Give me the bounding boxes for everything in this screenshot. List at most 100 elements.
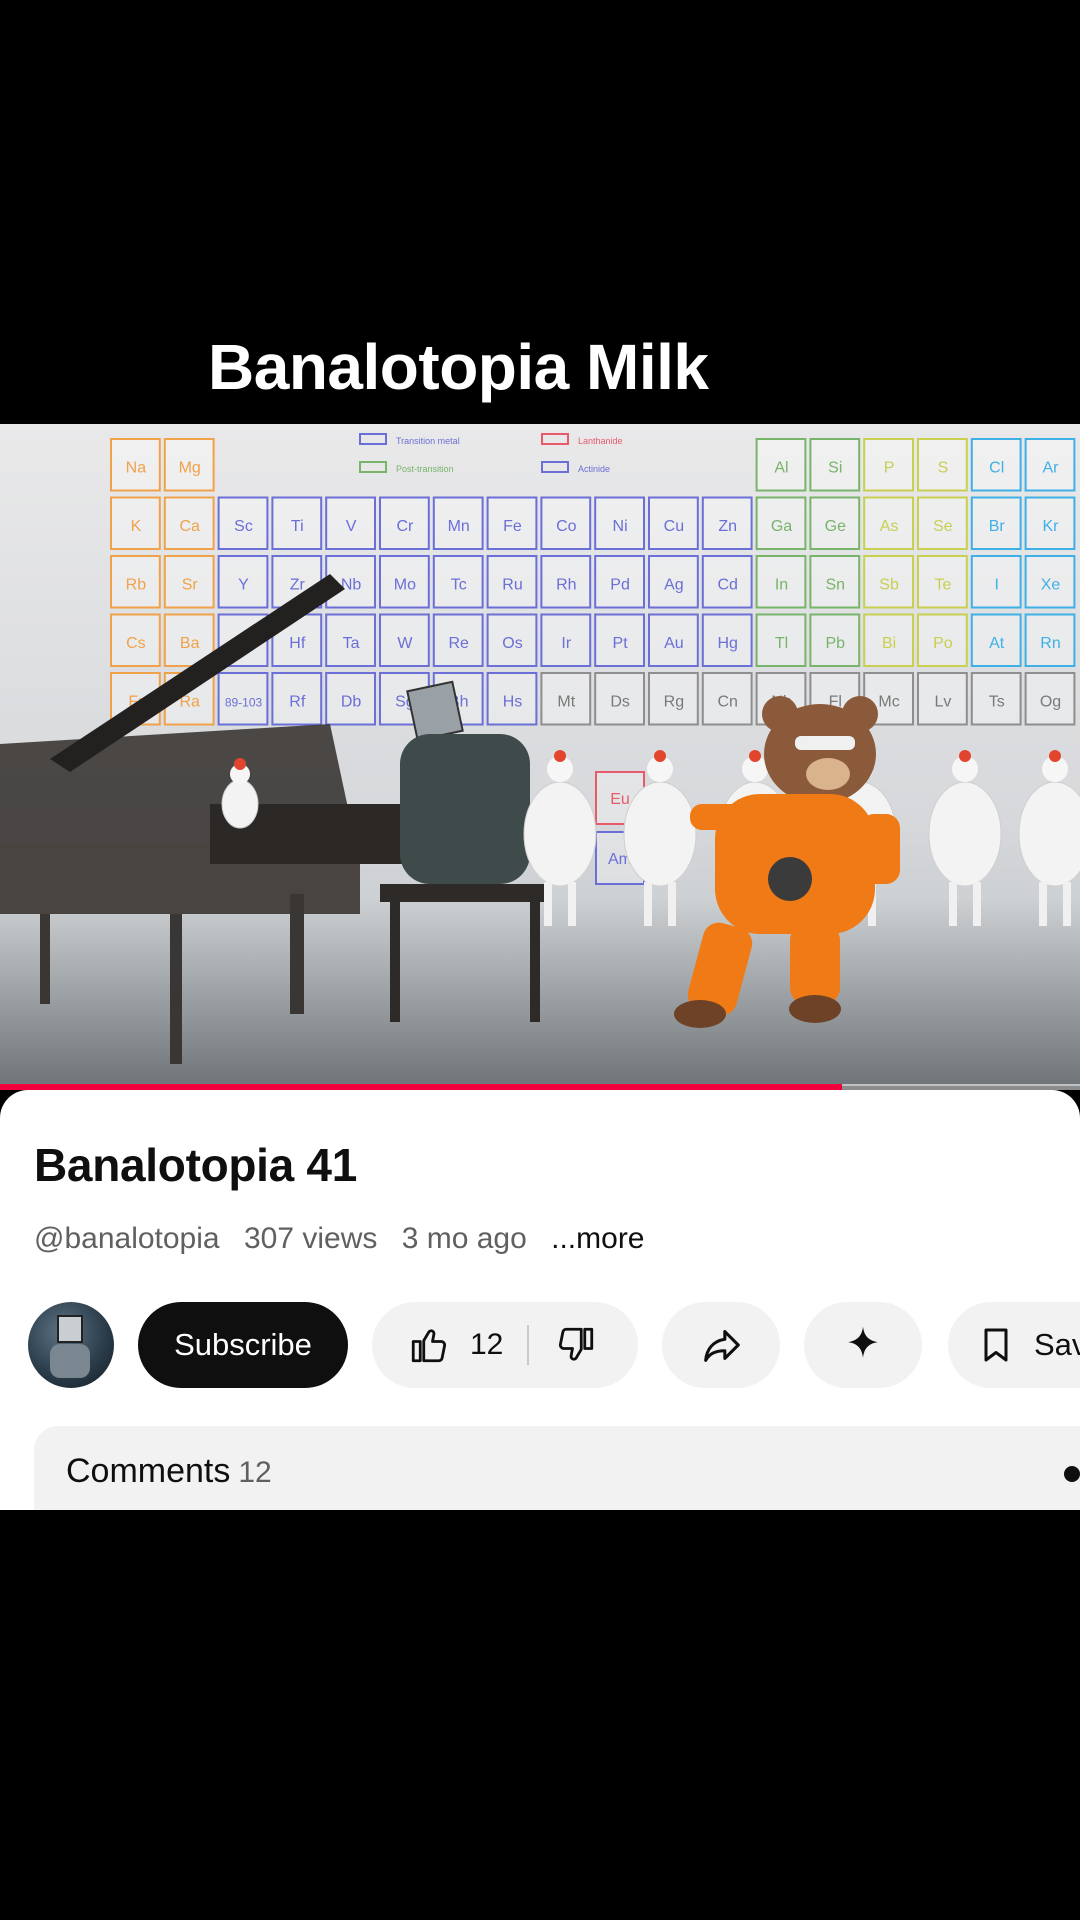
element-symbol: Rf: [289, 693, 306, 710]
chicken-body: [928, 781, 1002, 887]
element-symbol: Rb: [126, 576, 147, 593]
element-symbol: K: [131, 518, 142, 535]
like-divider: [527, 1325, 530, 1365]
element-symbol: Mn: [448, 518, 470, 535]
comments-heading: Comments 12: [66, 1452, 272, 1491]
chicken-body: [523, 781, 597, 887]
chicken-comb: [959, 750, 971, 762]
element-symbol: Br: [989, 518, 1006, 535]
element-symbol: Os: [502, 635, 522, 652]
element-symbol: Al: [774, 459, 788, 476]
element-symbol: Zn: [718, 518, 737, 535]
element-symbol: Mc: [878, 693, 899, 710]
element-symbol: Sr: [182, 576, 199, 593]
chicken-leg: [1039, 882, 1047, 926]
legend-label: Transition metal: [396, 436, 460, 446]
thumb-up-icon: [411, 1329, 446, 1363]
element-symbol: Se: [933, 518, 953, 535]
comments-count: 12: [238, 1456, 272, 1489]
chicken-comb: [654, 750, 666, 762]
legend-label: Actinide: [578, 464, 610, 474]
ask-ai-button[interactable]: [804, 1302, 922, 1388]
dislike-button[interactable]: [555, 1324, 597, 1366]
comments-label: Comments: [66, 1452, 231, 1490]
save-button[interactable]: Save: [948, 1302, 1080, 1388]
legend-label: Post-transition: [396, 464, 454, 474]
element-symbol: Ag: [664, 576, 684, 593]
element-symbol: Sb: [879, 576, 899, 593]
element-symbol: Kr: [1043, 518, 1060, 535]
video-player[interactable]: Na Mg Al Si P S Cl Ar K Ca Sc Ti V Cr Mn Fe Co Ni Cu Zn Ga Ge…: [0, 424, 1080, 1086]
chicken-leg: [1063, 882, 1071, 926]
element-symbol: Sn: [826, 576, 846, 593]
element-symbol: Ta: [343, 635, 360, 652]
element-symbol: Nb: [341, 576, 362, 593]
comments-teaser[interactable]: Comments 12: [34, 1426, 1080, 1510]
element-symbol: Bi: [882, 635, 896, 652]
element-symbol: Fe: [503, 518, 522, 535]
element-symbol: Ca: [179, 518, 200, 535]
chicken-leg: [644, 882, 652, 926]
element-symbol: Zr: [290, 576, 306, 593]
element-symbol: Te: [934, 576, 951, 593]
element-symbol: As: [880, 518, 899, 535]
element-symbol: Rn: [1040, 635, 1060, 652]
element-symbol: Hs: [503, 693, 523, 710]
element-symbol: Lv: [934, 693, 951, 710]
element-symbol: Mo: [394, 576, 416, 593]
element-symbol: At: [989, 635, 1005, 652]
share-button[interactable]: [662, 1302, 780, 1388]
element-symbol: Rh: [556, 576, 576, 593]
element-symbol: Cr: [396, 518, 414, 535]
channel-avatar[interactable]: [28, 1302, 114, 1388]
element-symbol: Ar: [1043, 459, 1060, 476]
chicken-comb: [234, 758, 246, 770]
share-icon: [704, 1330, 740, 1362]
element-symbol: I: [994, 576, 998, 593]
element-symbol: Cs: [126, 635, 146, 652]
element-symbol: Cu: [664, 518, 684, 535]
chicken-comb: [1049, 750, 1061, 762]
element-symbol: P: [884, 459, 895, 476]
element-symbol: Ru: [502, 576, 522, 593]
element-symbol: Si: [828, 459, 842, 476]
like-button[interactable]: 12: [372, 1302, 503, 1388]
f-block-symbol: Eu: [610, 791, 630, 808]
channel-handle[interactable]: @banalotopia: [34, 1222, 220, 1255]
element-symbol: Db: [341, 693, 362, 710]
element-symbol: Mt: [557, 693, 575, 710]
thumb-down-icon: [559, 1327, 594, 1361]
chicken-comb: [749, 750, 761, 762]
element-symbol: Rg: [664, 693, 684, 710]
element-symbol: 89-103: [225, 695, 263, 709]
element-symbol: Ti: [291, 518, 304, 535]
chicken-leg: [949, 882, 957, 926]
element-symbol: Ni: [613, 518, 628, 535]
video-frame-image: Na Mg Al Si P S Cl Ar K Ca Sc Ti V Cr Mn Fe Co Ni Cu Zn Ga Ge…: [0, 424, 1080, 1086]
more-link[interactable]: ...more: [551, 1222, 644, 1255]
element-symbol: S: [938, 459, 949, 476]
element-symbol: Hg: [717, 635, 737, 652]
element-symbol: Og: [1040, 693, 1061, 710]
element-symbol: Tc: [451, 576, 467, 593]
save-label: Save: [1034, 1327, 1080, 1362]
like-count: 12: [470, 1328, 504, 1361]
chicken-leg: [544, 882, 552, 926]
bottom-letterbox: [0, 1510, 1080, 1920]
upload-age: 3 mo ago: [401, 1222, 527, 1255]
bookmark-icon: [984, 1328, 1008, 1362]
chicken-leg: [568, 882, 576, 926]
like-dislike-group: 12: [372, 1302, 638, 1388]
element-symbol: Hf: [289, 635, 306, 652]
element-symbol: Y: [238, 576, 249, 593]
sparkle-icon: [848, 1326, 878, 1358]
video-meta-row[interactable]: @banalotopia 307 views 3 mo ago ...more: [34, 1222, 645, 1256]
comments-indicator-dot: [1064, 1466, 1080, 1482]
video-info-card: Banalotopia 41 @banalotopia 307 views 3 …: [0, 1090, 1080, 1510]
element-symbol: Co: [556, 518, 577, 535]
chicken-leg: [668, 882, 676, 926]
element-symbol: W: [397, 635, 413, 652]
subscribe-button[interactable]: Subscribe: [138, 1302, 348, 1388]
element-symbol: Tl: [775, 635, 788, 652]
overlay-caption: Banalotopia Milk: [208, 331, 709, 403]
